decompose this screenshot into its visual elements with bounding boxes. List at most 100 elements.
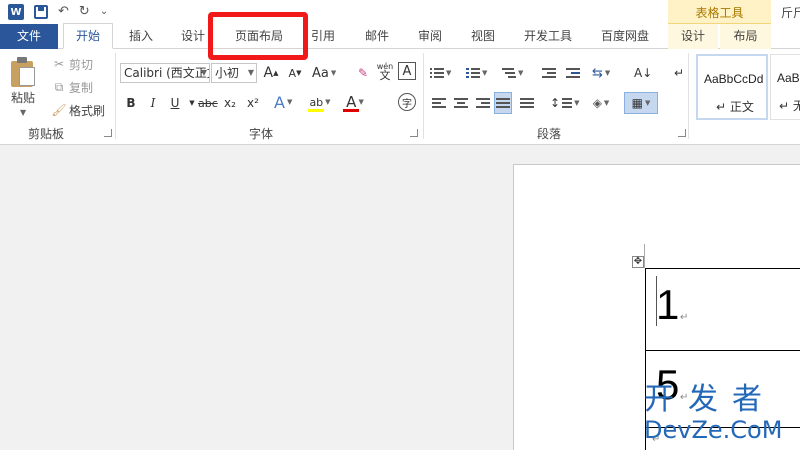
tab-insert[interactable]: 插入 bbox=[118, 24, 164, 49]
copy-button[interactable]: ⧉ 复制 bbox=[52, 78, 93, 96]
bullets-icon[interactable]: ▼ bbox=[430, 62, 451, 84]
style-name-label: ↵ 正文 bbox=[716, 100, 754, 114]
table-border-top bbox=[645, 268, 800, 269]
copy-label: 复制 bbox=[69, 80, 94, 95]
table-cell[interactable]: 1 bbox=[656, 284, 679, 326]
table-move-handle-icon[interactable]: ✥ bbox=[632, 256, 644, 268]
table-row-border bbox=[645, 350, 800, 351]
paste-dropdown-icon[interactable]: ▼ bbox=[20, 108, 26, 117]
shrink-font-icon: A bbox=[288, 66, 297, 80]
table-tools-label: 表格工具 bbox=[695, 6, 744, 20]
clear-format-icon[interactable]: ✎ bbox=[354, 62, 372, 84]
bold-button[interactable]: B bbox=[122, 92, 140, 114]
enclose-characters-button[interactable]: 字 bbox=[398, 93, 416, 111]
tab-baidu-netdisk[interactable]: 百度网盘 bbox=[590, 24, 660, 49]
decrease-indent-icon[interactable] bbox=[540, 62, 558, 84]
grow-font-button[interactable]: A ▲ bbox=[262, 62, 280, 84]
change-case-icon: Aa bbox=[312, 65, 329, 81]
line-spacing-icon[interactable]: ↕ ▼ bbox=[550, 92, 579, 114]
phonetic-char: 文 bbox=[379, 69, 391, 82]
font-name-value: Calibri (西文正文) bbox=[124, 66, 209, 80]
style-no-spacing[interactable]: AaBb ↵ 无 bbox=[770, 54, 800, 120]
window-title: 斤斤 bbox=[781, 6, 800, 20]
font-color-bar bbox=[343, 109, 359, 112]
redo-icon[interactable]: ↻ bbox=[79, 2, 90, 22]
paste-button[interactable]: 粘贴 bbox=[11, 89, 35, 106]
group-divider bbox=[688, 53, 689, 139]
tab-review[interactable]: 审阅 bbox=[407, 24, 453, 49]
font-size-dropdown-icon[interactable]: ▼ bbox=[248, 64, 254, 82]
sort-icon[interactable]: A↓ bbox=[634, 62, 652, 84]
ribbon-tabs: 文件 开始 插入 设计 页面布局 引用 邮件 审阅 视图 开发工具 百度网盘 设… bbox=[0, 23, 800, 49]
quick-access-toolbar: W ↶ ↻ ⌄ bbox=[8, 2, 108, 22]
paragraph-mark-icon: ↵ bbox=[680, 312, 689, 323]
brush-icon: 🖌 bbox=[51, 103, 67, 117]
tab-table-design[interactable]: 设计 bbox=[668, 24, 718, 49]
superscript-button[interactable]: x² bbox=[244, 92, 262, 114]
title-bar: W ↶ ↻ ⌄ 表格工具 斤斤 bbox=[0, 0, 800, 24]
align-right-icon[interactable] bbox=[474, 92, 492, 114]
shrink-font-button[interactable]: A ▼ bbox=[286, 62, 304, 84]
paragraph-group-label: 段落 bbox=[537, 127, 562, 141]
tab-developer[interactable]: 开发工具 bbox=[514, 24, 582, 49]
align-center-icon[interactable] bbox=[452, 92, 470, 114]
font-name-dropdown-icon[interactable]: ▼ bbox=[201, 64, 207, 82]
italic-button[interactable]: I bbox=[144, 92, 162, 114]
styles-gallery: AaBbCcDd ↵ 正文 AaBb ↵ 无 bbox=[696, 54, 800, 122]
chinese-layout-icon[interactable]: ⇆ ▼ bbox=[592, 62, 610, 84]
tab-table-layout[interactable]: 布局 bbox=[720, 24, 771, 49]
scissors-icon: ✂ bbox=[53, 57, 65, 71]
change-case-button[interactable]: Aa ▼ bbox=[312, 62, 336, 84]
paste-icon[interactable] bbox=[11, 57, 37, 87]
copy-icon: ⧉ bbox=[54, 79, 64, 94]
text-effects-icon: A bbox=[274, 92, 285, 112]
strikethrough-button[interactable]: abc bbox=[198, 92, 218, 114]
grow-font-icon: A bbox=[263, 65, 274, 81]
enclose-characters-icon: 字 bbox=[402, 98, 412, 110]
tab-file[interactable]: 文件 bbox=[0, 24, 58, 49]
increase-indent-icon[interactable] bbox=[564, 62, 582, 84]
watermark-url: DevZe.CoM bbox=[644, 416, 783, 444]
clipboard-launcher-icon[interactable] bbox=[104, 129, 112, 137]
justify-icon[interactable] bbox=[494, 92, 512, 114]
undo-icon[interactable]: ↶ bbox=[58, 2, 69, 22]
watermark-text: 开发者 bbox=[644, 382, 776, 417]
phonetic-guide-button[interactable]: wén 文 bbox=[376, 60, 394, 82]
cut-button[interactable]: ✂ 剪切 bbox=[52, 55, 93, 73]
subscript-button[interactable]: x₂ bbox=[221, 92, 239, 114]
highlight-color-bar bbox=[308, 109, 324, 112]
multilevel-list-icon[interactable]: ▼ bbox=[502, 62, 523, 84]
show-marks-icon[interactable]: ↵ bbox=[670, 62, 688, 84]
distributed-icon[interactable] bbox=[518, 92, 536, 114]
word-logo-icon: W bbox=[8, 4, 24, 20]
style-name-label: ↵ 无 bbox=[779, 99, 800, 113]
font-name-box[interactable]: Calibri (西文正文) ▼ bbox=[120, 63, 210, 83]
font-color-button[interactable]: A ▼ bbox=[342, 91, 368, 113]
highlight-icon: ab bbox=[309, 95, 324, 109]
shading-icon[interactable]: ◈ ▼ bbox=[592, 92, 610, 114]
font-size-box[interactable]: 小初 ▼ bbox=[211, 63, 257, 83]
font-launcher-icon[interactable] bbox=[410, 129, 418, 137]
highlight-button[interactable]: ab ▼ bbox=[307, 91, 333, 113]
borders-icon[interactable]: ▦ ▼ bbox=[624, 92, 658, 114]
numbering-icon[interactable]: ▼ bbox=[466, 62, 487, 84]
save-icon[interactable] bbox=[34, 5, 48, 19]
tab-home[interactable]: 开始 bbox=[63, 23, 113, 49]
text-effects-button[interactable]: A ▼ bbox=[274, 91, 292, 113]
align-left-icon[interactable] bbox=[430, 92, 448, 114]
annotation-highlight-box bbox=[208, 12, 308, 60]
tab-mailings[interactable]: 邮件 bbox=[354, 24, 400, 49]
underline-button[interactable]: U bbox=[166, 92, 184, 114]
tab-view[interactable]: 视图 bbox=[460, 24, 506, 49]
format-painter-label: 格式刷 bbox=[69, 103, 106, 118]
ribbon-home: 粘贴 ▼ ✂ 剪切 ⧉ 复制 🖌 格式刷 剪贴板 Calibri (西文正文) … bbox=[0, 49, 800, 145]
format-painter-button[interactable]: 🖌 格式刷 bbox=[51, 101, 106, 119]
font-size-value: 小初 bbox=[215, 66, 240, 80]
character-border-button[interactable]: A bbox=[398, 62, 416, 80]
customize-qat-icon[interactable]: ⌄ bbox=[100, 2, 108, 22]
paragraph-launcher-icon[interactable] bbox=[678, 129, 686, 137]
style-normal[interactable]: AaBbCcDd ↵ 正文 bbox=[696, 54, 768, 120]
style-sample-text: AaBbCcDd bbox=[704, 72, 764, 86]
style-sample-text: AaBb bbox=[777, 71, 800, 85]
group-divider bbox=[423, 53, 424, 139]
